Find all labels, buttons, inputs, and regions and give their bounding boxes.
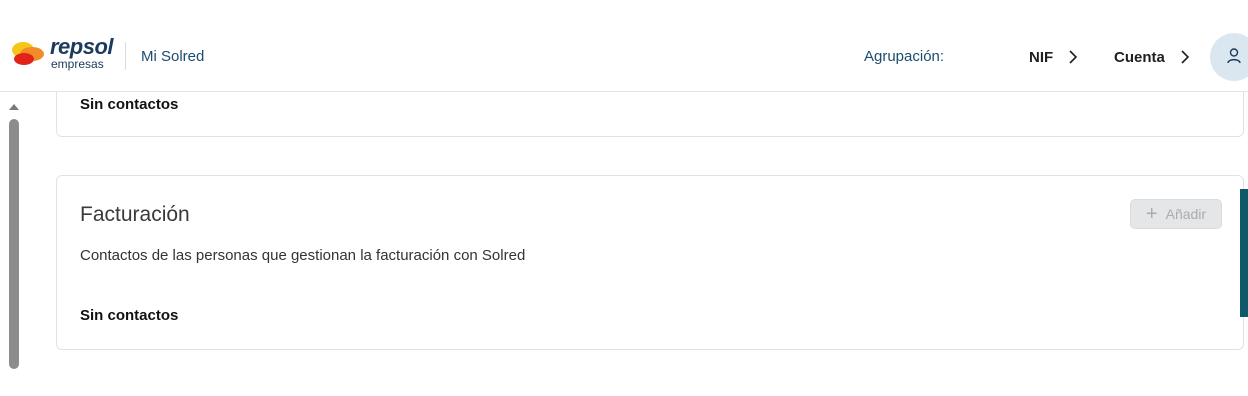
empty-contacts-text: Sin contactos <box>80 96 179 113</box>
scrollbar-thumb[interactable] <box>9 119 19 369</box>
card-description: Contactos de las personas que gestionan … <box>80 247 526 264</box>
empty-contacts-text: Sin contactos <box>80 307 179 324</box>
nav-cuenta[interactable]: Cuenta <box>1114 44 1191 70</box>
nav-nif[interactable]: NIF <box>1029 44 1079 70</box>
repsol-logo-icon[interactable] <box>10 39 44 69</box>
scroll-up-arrow-icon[interactable] <box>9 104 19 110</box>
plus-icon: + <box>1145 203 1158 225</box>
add-contact-button[interactable]: + Añadir <box>1130 199 1222 229</box>
group-label: Agrupación: <box>864 48 945 65</box>
brand-name: repsol <box>50 34 114 59</box>
right-scroll-indicator[interactable] <box>1240 189 1248 317</box>
brand-subtitle: empresas <box>51 57 104 71</box>
chevron-right-icon <box>1069 50 1078 64</box>
user-icon <box>1227 48 1241 64</box>
user-avatar-button[interactable] <box>1210 33 1248 81</box>
chevron-right-icon <box>1181 50 1189 64</box>
nav-nif-label: NIF <box>1029 48 1054 66</box>
brand-divider <box>125 42 126 70</box>
card-title: Facturación <box>80 203 190 226</box>
top-header: repsol empresas Mi Solred Agrupación: NI… <box>0 0 1248 92</box>
app-name: Mi Solred <box>141 48 205 65</box>
billing-contacts-card: Facturación + Añadir Contactos de las pe… <box>56 175 1244 350</box>
nav-cuenta-label: Cuenta <box>1114 48 1165 66</box>
add-button-label: Añadir <box>1165 206 1207 222</box>
